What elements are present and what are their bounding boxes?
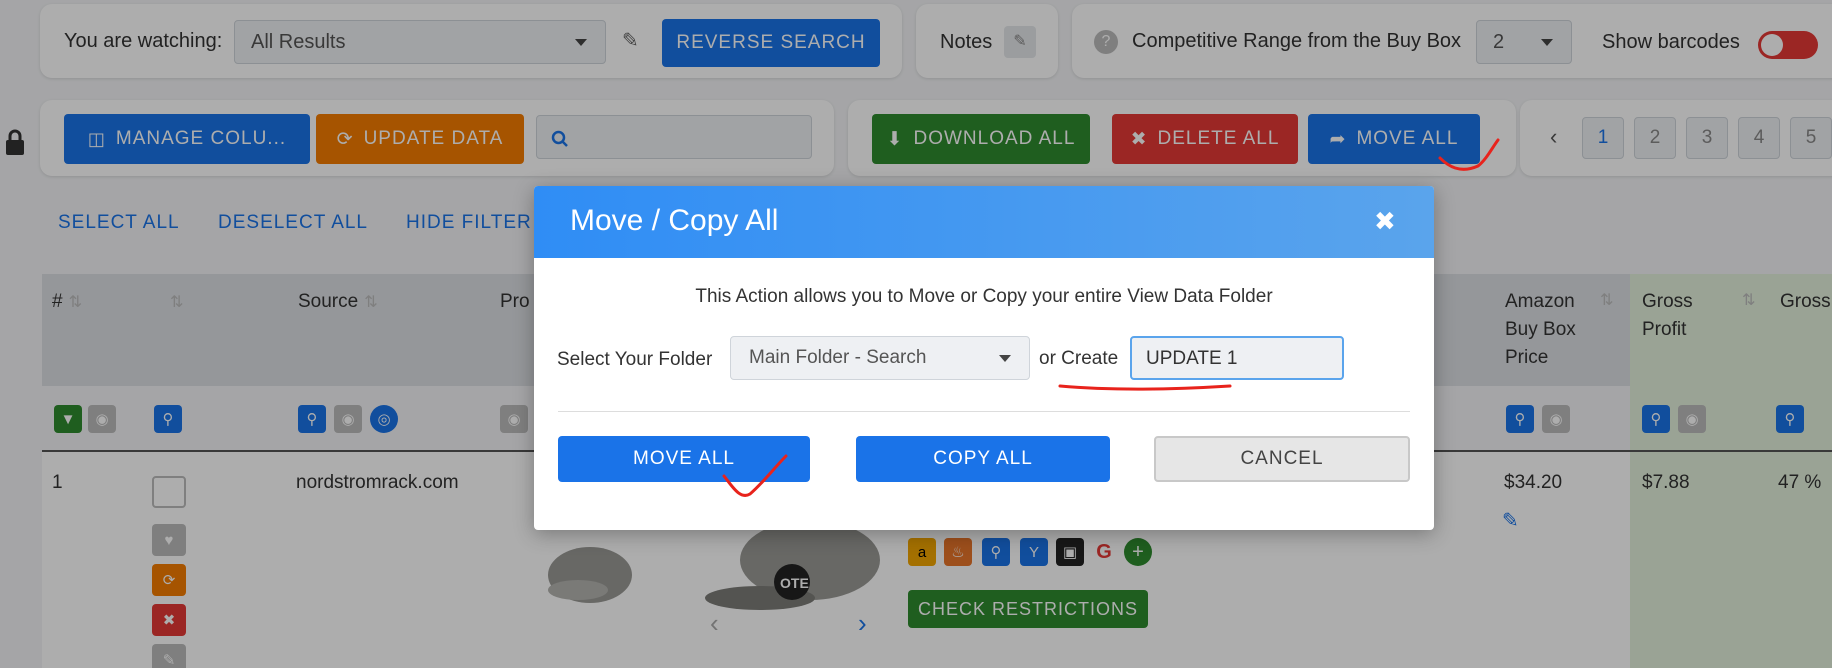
folder-label: Select Your Folder (557, 349, 713, 370)
cancel-label: CANCEL (1240, 448, 1324, 469)
copy-all-label: COPY ALL (933, 448, 1033, 469)
close-icon[interactable]: ✖ (1374, 206, 1396, 237)
folder-value: Main Folder - Search (749, 347, 927, 368)
annotation-checkmark (1438, 138, 1500, 171)
modal-divider (558, 411, 1410, 412)
annotation-underline (1058, 384, 1232, 391)
create-folder-value: UPDATE 1 (1146, 348, 1238, 369)
modal-header: Move / Copy All ✖ (534, 186, 1434, 258)
cancel-button[interactable]: CANCEL (1154, 436, 1410, 482)
chevron-down-icon (999, 355, 1011, 362)
folder-select[interactable]: Main Folder - Search (730, 336, 1030, 380)
annotation-checkmark (722, 454, 788, 497)
copy-all-button[interactable]: COPY ALL (856, 436, 1110, 482)
move-copy-modal: Move / Copy All ✖ This Action allows you… (534, 186, 1434, 530)
create-folder-input[interactable]: UPDATE 1 (1130, 336, 1344, 380)
modal-description: This Action allows you to Move or Copy y… (695, 286, 1273, 307)
modal-title: Move / Copy All (570, 204, 779, 237)
or-create-label: or Create (1039, 348, 1119, 369)
